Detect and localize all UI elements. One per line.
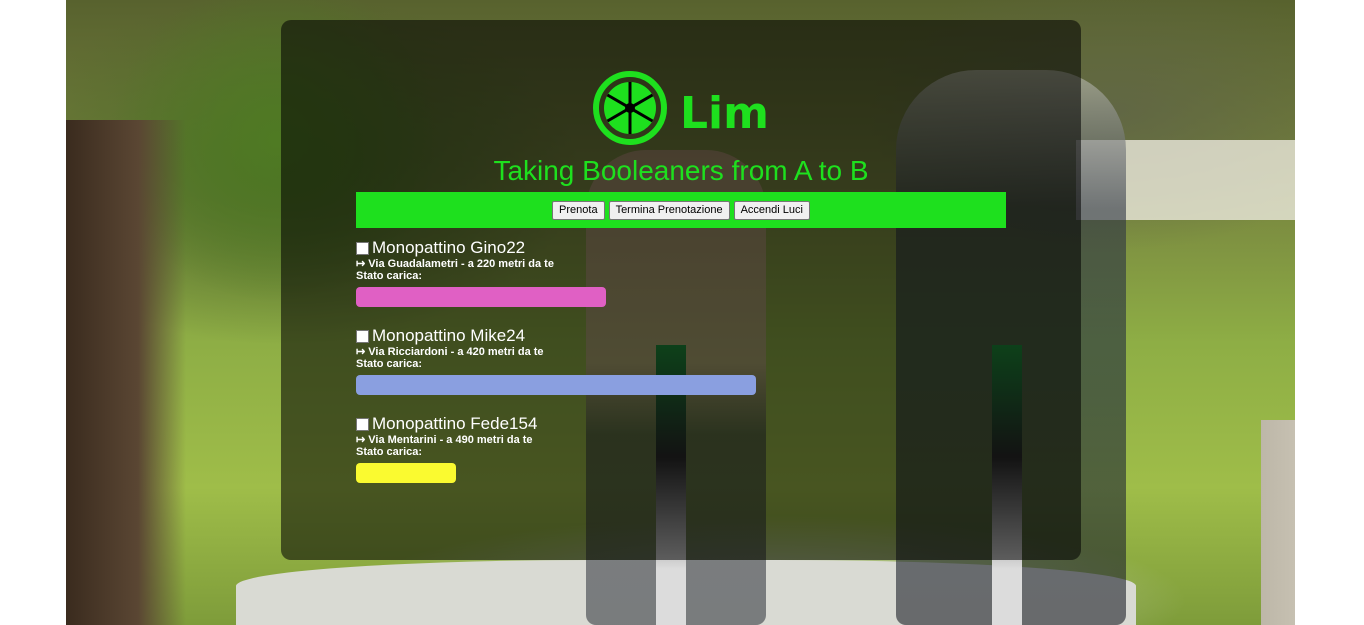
charge-bar bbox=[356, 463, 456, 483]
scooter-item: Monopattino Gino22 ↦ Via Guadalametri - … bbox=[356, 238, 606, 307]
scooter-checkbox[interactable] bbox=[356, 329, 369, 343]
accendi-luci-button[interactable]: Accendi Luci bbox=[733, 200, 810, 220]
charge-bar bbox=[356, 375, 756, 395]
charge-label: Stato carica: bbox=[356, 358, 423, 370]
scooter-location: ↦ Via Ricciardoni - a 420 metri da te bbox=[356, 346, 544, 358]
lime-wheel-icon bbox=[593, 71, 667, 145]
scooter-location: ↦ Via Mentarini - a 490 metri da te bbox=[356, 434, 533, 446]
brand-logo: Lim bbox=[593, 71, 767, 145]
action-toolbar: Prenota Termina Prenotazione Accendi Luc… bbox=[356, 192, 1006, 228]
charge-bar bbox=[356, 287, 606, 307]
scooter-checkbox[interactable] bbox=[356, 417, 369, 431]
scooter-name: Monopattino Gino22 bbox=[372, 238, 526, 257]
tree-trunk bbox=[66, 120, 186, 625]
stone-pillar bbox=[1261, 420, 1295, 625]
charge-label: Stato carica: bbox=[356, 446, 423, 458]
scooter-location: ↦ Via Guadalametri - a 220 metri da te bbox=[356, 258, 554, 270]
scooter-item: Monopattino Mike24 ↦ Via Ricciardoni - a… bbox=[356, 326, 756, 395]
scooter-name: Monopattino Mike24 bbox=[372, 326, 526, 345]
scooter-name: Monopattino Fede154 bbox=[372, 414, 538, 433]
logo-text: Lim bbox=[680, 88, 767, 139]
tagline: Taking Booleaners from A to B bbox=[493, 155, 869, 186]
termina-prenotazione-button[interactable]: Termina Prenotazione bbox=[608, 200, 730, 220]
scooter-item: Monopattino Fede154 ↦ Via Mentarini - a … bbox=[356, 414, 537, 483]
scooter-checkbox[interactable] bbox=[356, 241, 369, 255]
charge-label: Stato carica: bbox=[356, 270, 423, 282]
prenota-button[interactable]: Prenota bbox=[552, 200, 605, 220]
